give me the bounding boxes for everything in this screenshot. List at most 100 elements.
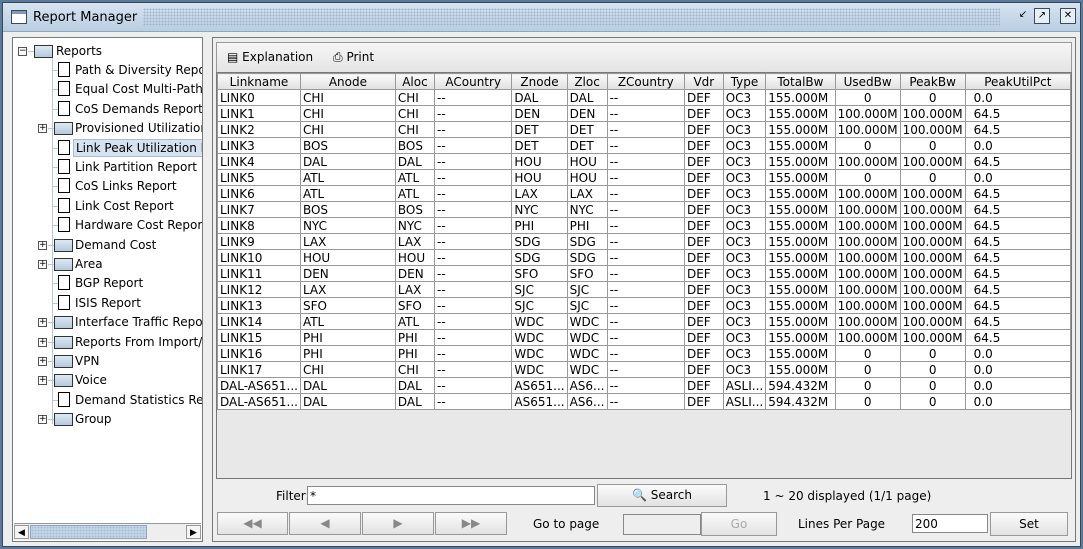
column-header[interactable]: ACountry [434, 73, 513, 90]
table-cell: AS6... [566, 377, 608, 394]
table-row[interactable]: DAL-AS651... DAL DAL -- AS651... AS6... -- DEF A… [217, 393, 1071, 410]
minimize-icon[interactable]: ↙ [1015, 8, 1031, 24]
tree-item[interactable]: Hardware Cost Report [13, 216, 202, 234]
maximize-icon[interactable]: ↗ [1034, 8, 1050, 24]
table-row[interactable]: LINK8 NYC NYC -- PHI PHI -- DEF OC3 155.000M 100.0… [217, 217, 1071, 234]
column-header[interactable]: Aloc [394, 73, 436, 90]
column-header[interactable]: Type [722, 73, 767, 90]
tree-item[interactable]: + Demand Cost [13, 236, 202, 254]
search-button[interactable]: 🔍 Search [597, 484, 727, 507]
column-header[interactable]: Znode [511, 73, 568, 90]
search-icon: 🔍 [631, 488, 647, 502]
expand-icon[interactable]: + [38, 415, 47, 425]
tree-item[interactable]: ISIS Report [13, 294, 202, 312]
tree-item[interactable]: +Interface Traffic Reports [13, 313, 202, 331]
tree-item[interactable]: + Voice [13, 371, 202, 389]
set-button[interactable]: Set [990, 512, 1068, 536]
expand-icon[interactable]: + [38, 357, 47, 366]
table-row[interactable]: LINK13 SFO SFO -- SJC SJC -- DEF OC3 155.000M 100.… [217, 297, 1071, 314]
collapse-icon[interactable]: − [18, 47, 27, 56]
tree-item[interactable]: CoS Links Report [13, 177, 202, 195]
prev-page-button[interactable]: ◀ [289, 512, 361, 535]
filter-input[interactable]: * [307, 486, 595, 505]
expand-icon[interactable]: + [38, 260, 47, 269]
table-cell: OC3 [722, 329, 767, 346]
tree-item[interactable]: + Area [13, 255, 202, 273]
table-row[interactable]: LINK15 PHI PHI -- WDC WDC -- DEF OC3 155.000M 100.… [217, 329, 1071, 346]
table-row[interactable]: LINK5 ATL ATL -- HOU HOU -- DEF OC3 155.000M 0 0 0.0 [217, 169, 1071, 186]
table-cell: 0 [834, 393, 901, 410]
tree-item[interactable]: + VPN [13, 352, 202, 370]
expand-icon[interactable]: + [38, 124, 47, 134]
table-row[interactable]: LINK3 BOS BOS -- DET DET -- DEF OC3 155.000M 0 0 0.0 [217, 137, 1071, 154]
scroll-left-icon[interactable]: ◀ [14, 525, 29, 539]
last-page-button[interactable]: ▶▶ [435, 512, 507, 535]
table-cell: 155.000M [765, 249, 836, 266]
table-row[interactable]: LINK4 DAL DAL -- HOU HOU -- DEF OC3 155.000M 100.0… [217, 153, 1071, 170]
print-button[interactable]: ⎙ Print [333, 50, 374, 65]
title-bar[interactable]: Report Manager ↙ ↗ ✕ [3, 3, 1080, 32]
column-header[interactable]: Vdr [683, 73, 724, 90]
expand-icon[interactable]: + [38, 337, 47, 347]
table-row[interactable]: LINK17 CHI CHI -- WDC WDC -- DEF OC3 155.000M 0 0 0.… [217, 361, 1071, 378]
table-row[interactable]: LINK1 CHI CHI -- DEN DEN -- DEF OC3 155.000M 100.0… [217, 105, 1071, 122]
tree-item[interactable]: Equal Cost Multi-Path Report [13, 80, 202, 98]
table-row[interactable]: LINK9 LAX LAX -- SDG SDG -- DEF OC3 155.000M 100.0… [217, 233, 1071, 250]
tree-horizontal-scrollbar[interactable]: ◀ ▶ [14, 523, 201, 540]
table-cell: SFO [299, 297, 396, 314]
column-header[interactable]: Zloc [566, 73, 608, 90]
table-row[interactable]: LINK6 ATL ATL -- LAX LAX -- DEF OC3 155.000M 100.0… [217, 185, 1071, 202]
report-table-container[interactable]: Linkname Anode Aloc ACountry Znode Zloc ZCount… [216, 72, 1072, 479]
explanation-button[interactable]: ▤ Explanation [227, 50, 313, 64]
tree-root-reports[interactable]: − Reports [13, 42, 202, 60]
column-header[interactable]: Linkname [217, 73, 301, 90]
column-header[interactable]: PeakUtilPct [964, 73, 1071, 90]
column-header[interactable]: ZCountry [606, 73, 685, 90]
tree-item[interactable]: Link Partition Report [13, 158, 202, 176]
table-cell: -- [606, 201, 685, 218]
tree-item[interactable]: CoS Demands Report [13, 100, 202, 118]
table-row[interactable]: LINK14 ATL ATL -- WDC WDC -- DEF OC3 155.000M 100.… [217, 313, 1071, 330]
tree-item[interactable]: Link Peak Utilization Report [13, 138, 202, 157]
tree-item[interactable]: +Reports From Import/Live [13, 333, 202, 351]
table-cell: DAL [566, 89, 608, 106]
table-cell: -- [606, 121, 685, 138]
table-row[interactable]: LINK11 DEN DEN -- SFO SFO -- DEF OC3 155.000M 100.… [217, 265, 1071, 282]
file-icon [58, 217, 70, 233]
table-row[interactable]: LINK10 HOU HOU -- SDG SDG -- DEF OC3 155.000M 100.… [217, 249, 1071, 266]
table-cell: DAL-AS651... [217, 393, 301, 410]
tree-item[interactable]: Demand Statistics Report [13, 391, 202, 409]
table-row[interactable]: LINK2 CHI CHI -- DET DET -- DEF OC3 155.000M 100.0… [217, 121, 1071, 138]
column-header[interactable]: TotalBw [765, 73, 836, 90]
table-row[interactable]: LINK12 LAX LAX -- SJC SJC -- DEF OC3 155.000M 100.… [217, 281, 1071, 298]
next-page-button[interactable]: ▶ [362, 512, 434, 535]
table-cell: -- [434, 217, 513, 234]
scroll-right-icon[interactable]: ▶ [186, 525, 201, 539]
expand-icon[interactable]: + [38, 318, 47, 328]
folder-icon [54, 122, 73, 136]
column-header[interactable]: Anode [299, 73, 396, 90]
expand-icon[interactable]: + [38, 240, 47, 250]
tree-item[interactable]: + Group [13, 410, 202, 428]
column-header[interactable]: PeakBw [899, 73, 966, 90]
table-row[interactable]: LINK16 PHI PHI -- WDC WDC -- DEF OC3 155.000M 0 0 0.… [217, 345, 1071, 362]
tree-item[interactable]: +Provisioned Utilization Report [13, 119, 202, 137]
scroll-thumb[interactable] [30, 525, 147, 539]
tree-item[interactable]: BGP Report [13, 274, 202, 292]
folder-icon [54, 355, 73, 368]
table-row[interactable]: LINK7 BOS BOS -- NYC NYC -- DEF OC3 155.000M 100.0… [217, 201, 1071, 218]
table-row[interactable]: DAL-AS651... DAL DAL -- AS651... AS6... -- DEF A… [217, 377, 1071, 394]
report-tree[interactable]: − Reports Path & Diversity Report Equal Cos… [13, 40, 202, 520]
column-header[interactable]: UsedBw [834, 73, 901, 90]
goto-page-input[interactable] [623, 514, 701, 535]
table-cell: LINK4 [217, 153, 301, 170]
lines-per-page-input[interactable]: 200 [912, 514, 988, 533]
first-page-button[interactable]: ◀◀ [217, 512, 288, 535]
tree-item[interactable]: Link Cost Report [13, 197, 202, 215]
table-row[interactable]: LINK0 CHI CHI -- DAL DAL -- DEF OC3 155.000M 0 0 0.0 [217, 89, 1071, 106]
go-button[interactable]: Go [701, 512, 777, 536]
table-cell: 64.5 [964, 105, 1071, 122]
close-icon[interactable]: ✕ [1060, 8, 1076, 24]
tree-item[interactable]: Path & Diversity Report [13, 61, 202, 79]
expand-icon[interactable]: + [38, 376, 47, 386]
